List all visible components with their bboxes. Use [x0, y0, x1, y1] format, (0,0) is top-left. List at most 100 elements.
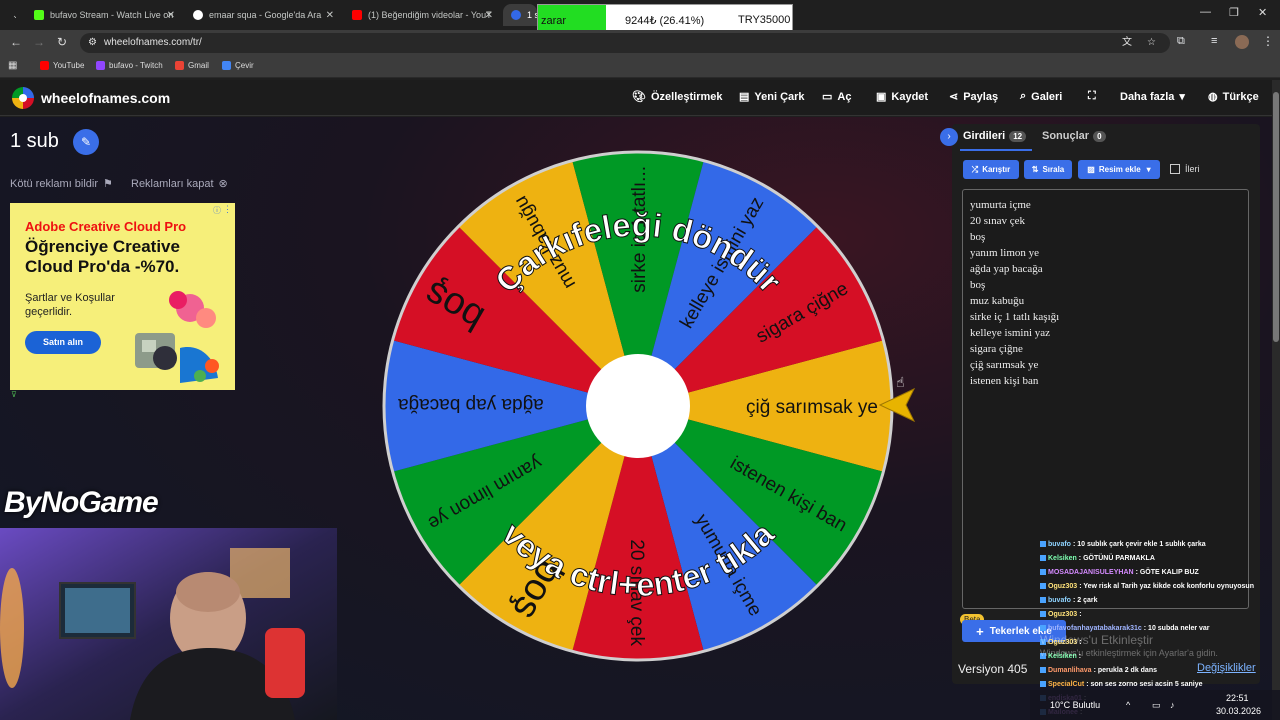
chat-username: Kelsiken [1048, 555, 1077, 562]
extensions-icon[interactable]: ⧉ [1177, 35, 1185, 48]
close-icon[interactable]: ✕ [326, 10, 334, 21]
profile-avatar[interactable] [1235, 35, 1249, 49]
ad-brand: Adobe Creative Cloud Pro [25, 219, 187, 234]
nav-label: Aç [837, 90, 852, 103]
network-icon[interactable]: ▭ [1152, 700, 1161, 711]
taskbar: 10°C Bulutlu ^ ▭ ♪ 22:51 30.03.2026 [1030, 690, 1280, 720]
site-logo[interactable]: wheelofnames.com [12, 87, 170, 109]
entry-line[interactable]: boş [970, 277, 1241, 293]
nav-new-wheel[interactable]: ▤ Yeni Çark [739, 90, 805, 104]
ad-subtext: Şartlar ve Koşullar geçerlidir. [25, 292, 115, 318]
chat-username: Oguz303 [1048, 611, 1078, 618]
entries-count-badge: 12 [1009, 130, 1027, 142]
chevron-down-icon: ▾ [1179, 91, 1185, 103]
nav-save[interactable]: ▣ Kaydet [876, 90, 928, 104]
collapse-panel-button[interactable]: › [940, 128, 958, 146]
chat-username: Oguz303 [1048, 583, 1078, 590]
bookmark-gmail[interactable]: Gmail [175, 61, 209, 70]
entry-line[interactable]: yanım limon ye [970, 245, 1241, 261]
entry-line[interactable]: sigara çiğne [970, 341, 1241, 357]
wheel-center[interactable] [586, 354, 690, 458]
entry-line[interactable]: kelleye ismini yaz [970, 325, 1241, 341]
entry-line[interactable]: çiğ sarımsak ye [970, 357, 1241, 373]
address-bar-row: ← → ↻ ⚙ wheelofnames.com/tr/ 文 ☆ ⧉ ≡ ⋮ [0, 30, 1280, 56]
advanced-checkbox[interactable] [1170, 164, 1180, 174]
spin-wheel[interactable]: çiğ sarımsak yeistenen kişi banyumurta i… [380, 148, 896, 664]
reload-icon[interactable]: ↻ [57, 35, 67, 49]
tab-youtube[interactable]: (1) Beğendiğim videolar - YouT ✕ [344, 4, 499, 26]
tab-google[interactable]: emaar squa - Google'da Ara ✕ [185, 4, 340, 26]
chat-badge-icon [1040, 583, 1046, 590]
minimize-icon[interactable]: — [1200, 6, 1211, 18]
reading-list-icon[interactable]: ≡ [1211, 35, 1217, 47]
chat-message: Oguz303: [1040, 608, 1280, 622]
close-icon[interactable]: ✕ [485, 10, 493, 21]
clock-time[interactable]: 22:51 [1226, 693, 1249, 703]
close-window-icon[interactable]: ✕ [1258, 6, 1267, 19]
menu-icon[interactable]: ⋮ [1262, 34, 1274, 48]
bookmark-translate[interactable]: Çevir [222, 61, 254, 70]
ad-headline: Öğrenciye Creative Cloud Pro'da -%70. [25, 237, 180, 276]
chat-text: : GÖTÜNÜ PARMAKLA [1078, 555, 1155, 562]
entry-line[interactable]: ağda yap bacağa [970, 261, 1241, 277]
close-icon[interactable]: ✕ [167, 10, 175, 21]
ad-buy-button[interactable]: Satın alın [25, 331, 101, 354]
restore-icon[interactable]: ❐ [1229, 6, 1239, 19]
bookmark-star-icon[interactable]: ☆ [1147, 33, 1156, 53]
volume-icon[interactable]: ♪ [1170, 700, 1175, 710]
nav-gallery[interactable]: ⌕ Galeri [1020, 90, 1062, 103]
bookmark-twitch[interactable]: bufavo - Twitch [96, 61, 163, 70]
back-icon[interactable]: ← [10, 35, 22, 49]
tab-results[interactable]: Sonuçlar 0 [1042, 130, 1106, 142]
save-icon: ▣ [876, 91, 887, 103]
file-icon: ▤ [739, 91, 750, 103]
sort-icon: ⇅ [1031, 165, 1039, 174]
shuffle-button[interactable]: ⤮ Karıştır [963, 160, 1019, 179]
apps-icon[interactable]: ▦ [8, 60, 17, 71]
nav-label: Paylaş [963, 90, 999, 103]
add-image-button[interactable]: ▨ Resim ekle ▾ [1078, 160, 1160, 179]
close-ads-link[interactable]: Reklamları kapat ⊗ [131, 177, 228, 191]
url-input[interactable]: ⚙ wheelofnames.com/tr/ 文 ☆ [80, 33, 1170, 53]
add-image-label: Resim ekle [1098, 165, 1141, 174]
tab-entries[interactable]: Girdileri 12 [963, 130, 1027, 142]
tab-search-icon[interactable]: ⌄ [4, 4, 16, 26]
entry-line[interactable]: 20 sınav çek [970, 213, 1241, 229]
nav-open[interactable]: ▭ Aç [822, 90, 852, 104]
edit-title-button[interactable]: ✎ [73, 129, 99, 155]
ad-menu-icon[interactable]: ⋮ [223, 204, 232, 215]
scroll-thumb[interactable] [1273, 92, 1279, 342]
entry-line[interactable]: muz kabuğu [970, 293, 1241, 309]
nav-language[interactable]: ◍ Türkçe [1208, 90, 1259, 104]
tab-kick[interactable]: bufavo Stream - Watch Live on ✕ [26, 4, 181, 26]
adobe-ad[interactable]: ⓘ ⋮ Adobe Creative Cloud Pro Öğrenciye C… [10, 203, 235, 390]
nav-share[interactable]: ⋖ Paylaş [949, 90, 999, 104]
fullscreen-button[interactable]: ⛶ [1088, 90, 1101, 103]
entry-line[interactable]: sirke iç 1 tatlı kaşığı [970, 309, 1241, 325]
nav-customize[interactable]: 🎨︎ Özelleştirmek [632, 90, 723, 104]
palette-icon: 🎨︎ [632, 91, 646, 103]
site-info-icon[interactable]: ⚙ [88, 33, 97, 53]
chat-text: : GÖTE KALIP BUZ [1135, 569, 1199, 576]
report-ad-link[interactable]: Kötü reklamı bildir ⚑ [10, 177, 113, 191]
ad-info-icon[interactable]: ⓘ [213, 205, 221, 216]
bookmark-label: Gmail [188, 61, 209, 70]
windows-activate-watermark: Windows'u Etkinleştir [1040, 633, 1153, 647]
entry-line[interactable]: boş [970, 229, 1241, 245]
nav-more[interactable]: Daha fazla ▾ [1120, 90, 1190, 104]
bynogame-logo: ByNoGame [4, 486, 159, 519]
clock-date[interactable]: 30.03.2026 [1216, 706, 1261, 716]
forward-icon[interactable]: → [33, 35, 45, 49]
bookmark-youtube[interactable]: YouTube [40, 61, 84, 70]
weather-text[interactable]: 10°C Bulutlu [1050, 700, 1100, 710]
tab-wheel[interactable]: 1 su [503, 4, 537, 26]
entry-line[interactable]: yumurta içme [970, 197, 1241, 213]
entry-line[interactable]: istenen kişi ban [970, 373, 1241, 389]
tab-label: Girdileri [963, 130, 1006, 142]
youtube-icon [40, 61, 49, 70]
chat-text: : perukla 2 dk dans [1093, 667, 1157, 674]
chevron-up-icon[interactable]: ^ [1126, 700, 1130, 710]
translate-icon[interactable]: 文 [1122, 33, 1132, 53]
counter-label: zarar [541, 15, 567, 27]
sort-button[interactable]: ⇅ Sırala [1024, 160, 1072, 179]
